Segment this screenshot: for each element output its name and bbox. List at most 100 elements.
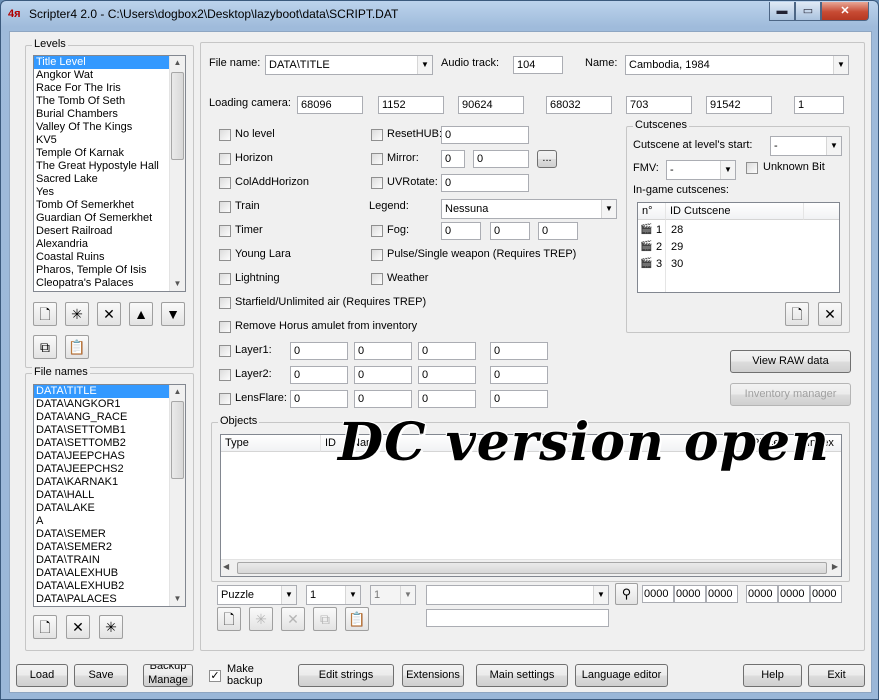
make-backup-checkbox[interactable]: ✓ <box>209 670 221 682</box>
fog-checkbox[interactable] <box>371 225 383 237</box>
col-id-header[interactable]: ID Cutscene <box>666 203 804 220</box>
young-lara-checkbox[interactable] <box>219 249 231 261</box>
scroll-thumb[interactable] <box>171 72 184 160</box>
filenames-scrollbar[interactable]: ▲ ▼ <box>169 385 185 606</box>
move-up-icon[interactable]: ▲ <box>129 302 153 326</box>
object-num1-dropdown[interactable]: 1 ▼ <box>306 585 361 605</box>
hex-input-1[interactable]: 0000 <box>642 585 674 603</box>
camera-input-7[interactable]: 1 <box>794 96 844 114</box>
list-item[interactable]: Pharos, Temple Of Isis <box>34 264 169 277</box>
camera-input-6[interactable]: 91542 <box>706 96 772 114</box>
list-item[interactable]: DATA\SETTOMB2 <box>34 437 169 450</box>
list-item[interactable]: Tomb Of Semerkhet <box>34 199 169 212</box>
lensflare-input-4[interactable]: 0 <box>490 390 548 408</box>
title-bar[interactable]: 4ᴙ Scripter4 2.0 - C:\Users\dogbox2\Desk… <box>1 1 879 29</box>
exit-button[interactable]: Exit <box>808 664 865 687</box>
paste-icon[interactable]: 📋 <box>65 335 89 359</box>
object-extra-input[interactable] <box>426 609 609 627</box>
mirror-checkbox[interactable] <box>371 153 383 165</box>
delete-icon[interactable]: ✕ <box>281 607 305 631</box>
maximize-button[interactable]: ▭ <box>795 2 821 21</box>
list-item[interactable]: The Tomb Of Seth <box>34 95 169 108</box>
list-item[interactable]: Coastal Ruins <box>34 251 169 264</box>
layer2-input-3[interactable]: 0 <box>418 366 476 384</box>
list-item[interactable]: Title Level <box>34 56 169 69</box>
list-item[interactable]: DATA\LAKE <box>34 502 169 515</box>
language-editor-button[interactable]: Language editor <box>575 664 668 687</box>
scroll-up-icon[interactable]: ▲ <box>170 385 185 399</box>
pulse-checkbox[interactable] <box>371 249 383 261</box>
paste-icon[interactable]: 📋 <box>345 607 369 631</box>
object-type-dropdown[interactable]: Puzzle ▼ <box>217 585 297 605</box>
new-icon[interactable]: 🗋 <box>33 302 57 326</box>
object-name-dropdown[interactable]: ▼ <box>426 585 609 605</box>
ingame-cutscenes-table[interactable]: n° ID Cutscene 🎬 1 28 🎬 2 29 🎬 3 30 <box>637 202 840 293</box>
list-item[interactable]: DATA\SEMER2 <box>34 541 169 554</box>
backup-manage-button[interactable]: Backup Manage <box>143 664 193 687</box>
object-num2-dropdown[interactable]: 1 ▼ <box>370 585 416 605</box>
layer2-checkbox[interactable] <box>219 369 231 381</box>
list-item[interactable]: Guardian Of Semerkhet <box>34 212 169 225</box>
mirror-browse-button[interactable]: ... <box>537 150 557 168</box>
new-icon[interactable]: 🗋 <box>33 615 57 639</box>
train-checkbox[interactable] <box>219 201 231 213</box>
filenames-list[interactable]: DATA\TITLE DATA\ANGKOR1 DATA\ANG_RACE DATA\… <box>33 384 186 607</box>
move-down-icon[interactable]: ▼ <box>161 302 185 326</box>
list-item[interactable]: DATA\TITLE <box>34 385 169 398</box>
add-icon[interactable]: ✳ <box>99 615 123 639</box>
list-item[interactable]: DATA\JEEPCHAS <box>34 450 169 463</box>
hex-input-2[interactable]: 0000 <box>674 585 706 603</box>
minimize-button[interactable]: ▬ <box>769 2 795 21</box>
resethub-input[interactable]: 0 <box>441 126 529 144</box>
objects-h-scrollbar[interactable]: ◀ ▶ <box>221 559 841 576</box>
layer1-input-2[interactable]: 0 <box>354 342 412 360</box>
camera-input-1[interactable]: 68096 <box>297 96 363 114</box>
scroll-down-icon[interactable]: ▼ <box>170 592 185 606</box>
help-button[interactable]: Help <box>743 664 802 687</box>
list-item[interactable]: Desert Railroad <box>34 225 169 238</box>
cutscene-row[interactable]: 🎬 2 29 <box>638 239 838 255</box>
mirror-input-2[interactable]: 0 <box>473 150 529 168</box>
list-item[interactable]: Yes <box>34 186 169 199</box>
hex-input-4[interactable]: 0000 <box>746 585 778 603</box>
edit-strings-button[interactable]: Edit strings <box>298 664 394 687</box>
scroll-left-icon[interactable]: ◀ <box>223 562 229 571</box>
lensflare-input-1[interactable]: 0 <box>290 390 348 408</box>
layer2-input-4[interactable]: 0 <box>490 366 548 384</box>
close-button[interactable]: ✕ <box>821 2 869 21</box>
layer2-input-1[interactable]: 0 <box>290 366 348 384</box>
layer2-input-2[interactable]: 0 <box>354 366 412 384</box>
list-item[interactable]: DATA\SEMER <box>34 528 169 541</box>
list-item[interactable]: DATA\ALEXHUB <box>34 567 169 580</box>
list-item[interactable]: Temple Of Karnak <box>34 147 169 160</box>
new-icon[interactable]: 🗋 <box>785 302 809 326</box>
new-icon[interactable]: 🗋 <box>217 607 241 631</box>
cutscene-start-dropdown[interactable]: - ▼ <box>770 136 842 156</box>
fog-input-2[interactable]: 0 <box>490 222 530 240</box>
level-name-dropdown[interactable]: Cambodia, 1984 ▼ <box>625 55 849 75</box>
legend-dropdown[interactable]: Nessuna ▼ <box>441 199 617 219</box>
list-item[interactable]: DATA\HALL <box>34 489 169 502</box>
fog-input-1[interactable]: 0 <box>441 222 481 240</box>
copy-icon[interactable]: ⧉ <box>313 607 337 631</box>
lensflare-input-3[interactable]: 0 <box>418 390 476 408</box>
hex-input-6[interactable]: 0000 <box>810 585 842 603</box>
hex-input-5[interactable]: 0000 <box>778 585 810 603</box>
remove-horus-checkbox[interactable] <box>219 321 231 333</box>
scroll-up-icon[interactable]: ▲ <box>170 56 185 70</box>
view-raw-data-button[interactable]: View RAW data <box>730 350 851 373</box>
extensions-button[interactable]: Extensions <box>402 664 464 687</box>
list-item[interactable]: Sacred Lake <box>34 173 169 186</box>
lensflare-input-2[interactable]: 0 <box>354 390 412 408</box>
col-n-header[interactable]: n° <box>638 203 666 220</box>
scroll-thumb[interactable] <box>171 401 184 479</box>
horizon-checkbox[interactable] <box>219 153 231 165</box>
camera-input-3[interactable]: 90624 <box>458 96 524 114</box>
lensflare-checkbox[interactable] <box>219 393 231 405</box>
resethub-checkbox[interactable] <box>371 129 383 141</box>
levels-scrollbar[interactable]: ▲ ▼ <box>169 56 185 291</box>
starfield-checkbox[interactable] <box>219 297 231 309</box>
layer1-input-1[interactable]: 0 <box>290 342 348 360</box>
layer1-checkbox[interactable] <box>219 345 231 357</box>
uvrotate-checkbox[interactable] <box>371 177 383 189</box>
